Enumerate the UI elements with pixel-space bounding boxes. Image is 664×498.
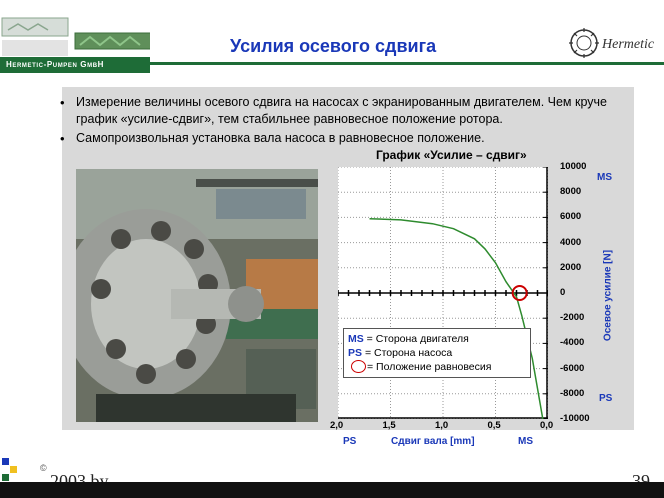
- y-tick-label: 4000: [560, 236, 582, 248]
- legend-ms: MS = Сторона двигателя: [348, 333, 469, 345]
- x-axis-label: Сдвиг вала [mm]: [391, 436, 475, 447]
- chart-legend: MS = Сторона двигателя PS = Сторона насо…: [343, 328, 531, 378]
- y-tick-label: -10000: [560, 413, 590, 424]
- x-left-label: PS: [343, 436, 357, 447]
- force-curve-line: [369, 217, 544, 419]
- hermetic-logo: Hermetic: [566, 26, 664, 60]
- x-tick-label: 1,5: [382, 420, 396, 431]
- force-shift-chart: [338, 167, 548, 419]
- x-tick-label: 1,0: [435, 420, 449, 431]
- y-tick-label: -6000: [560, 362, 585, 374]
- bullet-list: Измерение величины осевого сдвига на нас…: [58, 94, 628, 149]
- y-tick-label: -2000: [560, 312, 585, 324]
- copyright-symbol: ©: [40, 463, 47, 473]
- svg-text:Hermetic: Hermetic: [601, 37, 655, 52]
- x-tick-label: 2,0: [330, 420, 344, 431]
- header-divider: [150, 62, 664, 65]
- brand-bar: Hermetic-Pumpen GmbH: [0, 57, 150, 73]
- bullet-item: Самопроизвольная установка вала насоса в…: [58, 130, 628, 147]
- y-axis-label: Осевое усилие [N]: [602, 249, 614, 342]
- company-name: Hermetic-Pumpen GmbH: [6, 60, 104, 69]
- footer-square-decoration: [10, 466, 17, 473]
- header-thumbnails: [0, 0, 152, 60]
- x-tick-label: 0,5: [487, 420, 501, 431]
- y-bottom-label: PS: [599, 393, 613, 404]
- y-tick-label: 8000: [560, 186, 582, 198]
- chart-plot-area: [338, 167, 548, 419]
- legend-equilibrium: = Положение равновесия: [348, 360, 526, 374]
- footer-square-decoration: [2, 458, 9, 465]
- legend-ps: PS = Сторона насоса: [348, 347, 453, 359]
- y-tick-label: 0: [560, 287, 566, 298]
- y-top-label: MS: [597, 172, 612, 183]
- x-tick-label: 0,0: [540, 420, 554, 431]
- y-tick-label: -4000: [560, 337, 585, 349]
- y-tick-label: 10000: [560, 161, 587, 172]
- footer-bar: [0, 482, 664, 498]
- slide-title: Усилия осевого сдвига: [230, 36, 437, 56]
- footer-square-decoration: [2, 474, 9, 481]
- y-tick-label: -8000: [560, 387, 585, 399]
- y-tick-label: 2000: [560, 261, 582, 273]
- equilibrium-circle-icon: [351, 360, 366, 373]
- decorative-thumbnails: [0, 0, 152, 60]
- x-right-label: MS: [518, 436, 533, 447]
- pump-test-photo: [76, 169, 318, 422]
- chart-title: График «Усилие – сдвиг»: [376, 148, 527, 162]
- bullet-item: Измерение величины осевого сдвига на нас…: [58, 94, 628, 128]
- y-tick-label: 6000: [560, 211, 582, 223]
